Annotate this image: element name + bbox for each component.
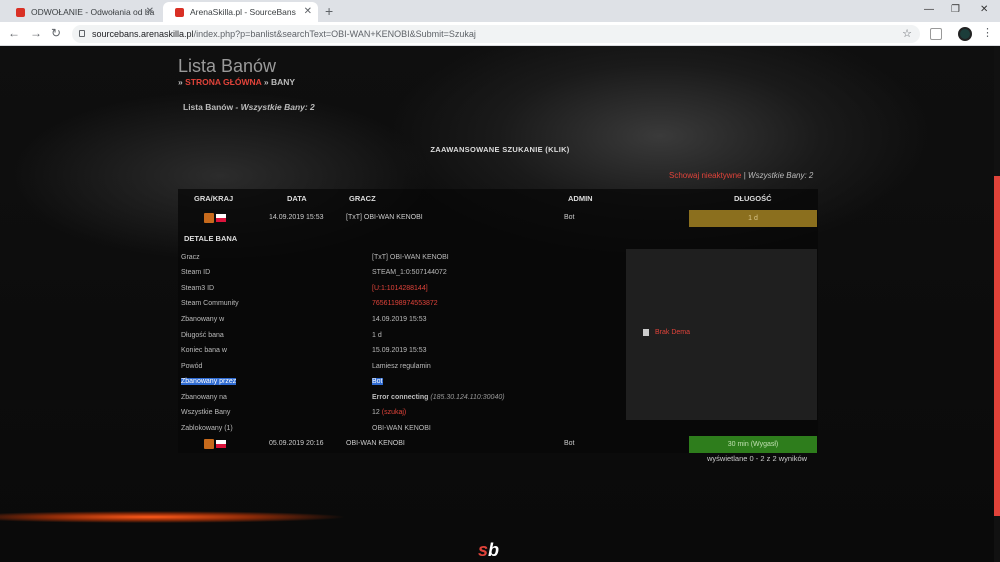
details-header: DETALE BANA	[184, 234, 238, 243]
detail-label: Steam ID	[181, 269, 211, 276]
close-tab-icon[interactable]: ✕	[304, 5, 312, 19]
breadcrumb-sep: »	[263, 77, 269, 87]
server-status: Error connecting	[372, 394, 429, 401]
row-player: OBI-WAN KENOBI	[346, 440, 405, 447]
detail-label: Powód	[181, 363, 203, 370]
detail-label: Zbanowany przez	[181, 378, 237, 385]
detail-label: Wszystkie Bany	[181, 409, 231, 416]
detail-label: Koniec bana w	[181, 347, 227, 354]
row-date: 05.09.2019 20:16	[269, 440, 324, 447]
sourcebans-logo: sb	[478, 540, 500, 560]
page-title: Lista Banów	[178, 56, 277, 76]
community-link[interactable]: 76561198974553872	[372, 300, 438, 307]
col-admin: ADMIN	[568, 194, 593, 203]
demo-link[interactable]: Brak Dema	[655, 329, 690, 336]
detail-value: 15.09.2019 15:53	[372, 347, 427, 354]
breadcrumb-sep: »	[178, 77, 183, 87]
advanced-search-toggle[interactable]: ZAAWANSOWANE SZUKANIE (KLIK)	[0, 145, 1000, 154]
detail-value: [U:1:1014288144]	[372, 285, 428, 292]
section-count: - Wszystkie Bany: 2	[233, 102, 315, 112]
detail-label: Zbanowany na	[181, 394, 227, 401]
detail-label: Zbanowany w	[181, 316, 225, 323]
detail-value: 12 (szukaj)	[372, 409, 406, 416]
section-title: Lista Banów	[183, 102, 234, 112]
detail-value: 14.09.2019 15:53	[372, 316, 427, 323]
section-header: Lista Banów - Wszystkie Bany: 2	[183, 102, 315, 112]
detail-value: Error connecting (185.30.124.110:30040)	[372, 394, 505, 401]
reload-icon[interactable]: ↻	[51, 26, 61, 40]
detail-value: [TxT] OBI-WAN KENOBI	[372, 254, 449, 261]
detail-label: Steam3 ID	[181, 285, 215, 292]
search-bans-link[interactable]: (szukaj)	[382, 409, 407, 416]
browser-toolbar: ← → ↻ sourcebans.arenaskilla.pl/index.ph…	[0, 22, 1000, 46]
hide-inactive-link[interactable]: Schowaj nieaktywne	[669, 171, 741, 180]
tab-title: ODWOŁANIE - Odwołania od ba	[31, 7, 155, 17]
detail-value: Lamiesz regulamin	[372, 363, 431, 370]
url-path: /index.php?p=banlist&searchText=OBI-WAN+…	[193, 29, 476, 39]
demo-panel: Brak Dema	[626, 249, 817, 420]
col-player: GRACZ	[349, 194, 376, 203]
poland-flag-icon	[216, 214, 226, 222]
close-tab-icon[interactable]: ✕	[146, 5, 154, 19]
steam3-link[interactable]: [U:1:1014288144]	[372, 285, 428, 292]
scrollbar-thumb[interactable]	[994, 176, 1000, 516]
tab-sourcebans[interactable]: ArenaSkilla.pl - SourceBans ✕	[163, 2, 318, 22]
results-summary: wyświetlane 0 - 2 z 2 wyników	[707, 454, 808, 463]
all-bans-count: Wszystkie Bany: 2	[748, 171, 814, 180]
col-game: GRA/KRAJ	[194, 194, 234, 203]
detail-value: STEAM_1:0:507144072	[372, 269, 447, 276]
close-window-icon[interactable]: ✕	[980, 3, 988, 17]
game-icon	[204, 213, 214, 223]
game-icon	[204, 439, 214, 449]
table-header: GRA/KRAJ DATA GRACZ ADMIN DŁUGOŚĆ	[178, 189, 818, 208]
row-admin: Bot	[564, 214, 575, 221]
lock-icon	[79, 30, 85, 37]
col-length: DŁUGOŚĆ	[734, 194, 772, 203]
detail-value: 76561198974553872	[372, 300, 438, 307]
row-length-badge: 30 min (Wygasł)	[689, 436, 817, 453]
row-player: [TxT] OBI-WAN KENOBI	[346, 214, 423, 221]
table-row[interactable]: 14.09.2019 15:53 [TxT] OBI-WAN KENOBI Bo…	[178, 210, 818, 227]
col-date: DATA	[287, 194, 307, 203]
site-favicon-icon	[175, 7, 184, 17]
detail-label: Długość bana	[181, 332, 224, 339]
new-tab-icon[interactable]: +	[325, 3, 333, 19]
address-bar[interactable]: sourcebans.arenaskilla.pl/index.php?p=ba…	[72, 25, 920, 43]
server-ip: (185.30.124.110:30040)	[430, 394, 505, 401]
url-host: sourcebans.arenaskilla.pl	[92, 29, 194, 39]
row-admin: Bot	[564, 440, 575, 447]
profile-avatar[interactable]	[958, 27, 972, 41]
tab-odwolanie[interactable]: ODWOŁANIE - Odwołania od ba ✕	[4, 2, 160, 22]
site-favicon-icon	[16, 7, 25, 17]
detail-value: 1 d	[372, 332, 382, 339]
menu-icon[interactable]: ⋮	[982, 26, 993, 39]
detail-label: Gracz	[181, 254, 200, 261]
poland-flag-icon	[216, 440, 226, 448]
minimize-icon[interactable]: —	[924, 3, 934, 17]
breadcrumb-home-link[interactable]: STRONA GŁÓWNA	[185, 77, 261, 87]
detail-value: OBI-WAN KENOBI	[372, 425, 431, 432]
row-date: 14.09.2019 15:53	[269, 214, 324, 221]
table-row[interactable]: 05.09.2019 20:16 OBI-WAN KENOBI Bot 30 m…	[178, 436, 818, 453]
demo-file-icon	[643, 329, 649, 336]
tab-title: ArenaSkilla.pl - SourceBans	[190, 7, 296, 17]
all-bans-number: 12	[372, 409, 380, 416]
scrollbar[interactable]	[994, 46, 1000, 562]
page-viewport: Lista Banów » STRONA GŁÓWNA » BANY Lista…	[0, 46, 1000, 562]
detail-label: Zablokowany (1)	[181, 425, 233, 432]
decorative-glow	[0, 504, 600, 530]
restore-icon[interactable]: ❐	[951, 3, 960, 17]
hide-inactive-bar: Schowaj nieaktywne | Wszystkie Bany: 2	[669, 171, 814, 180]
extension-icon[interactable]	[930, 28, 942, 40]
breadcrumb: » STRONA GŁÓWNA » BANY	[178, 77, 295, 87]
bookmark-star-icon[interactable]: ☆	[902, 25, 912, 43]
browser-tab-strip: ODWOŁANIE - Odwołania od ba ✕ ArenaSkill…	[0, 0, 1000, 22]
row-length-badge: 1 d	[689, 210, 817, 227]
breadcrumb-current: BANY	[270, 77, 296, 87]
detail-value: Bot	[372, 378, 383, 385]
back-icon[interactable]: ←	[8, 26, 20, 40]
detail-label: Steam Community	[181, 300, 239, 307]
forward-icon[interactable]: →	[30, 26, 42, 40]
